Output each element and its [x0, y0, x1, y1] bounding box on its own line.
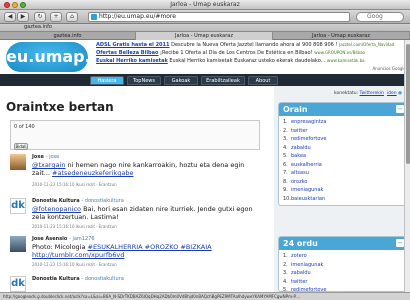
reload-button[interactable]: ↻: [34, 12, 46, 22]
nav-topnews[interactable]: TopNews: [127, 76, 161, 85]
trend-item[interactable]: 6. euskalherria: [279, 161, 407, 170]
ads-by-google-label[interactable]: Anuncios Google: [372, 66, 406, 71]
browser-toolbar: ◀ ▶ ↻ + ⌂ http://eu.umap.eu/#more Goog: [0, 10, 410, 24]
avatar[interactable]: dk: [10, 198, 26, 214]
site-nav: Hasiera TopNews Gakoak Erabiltzaileak Ab…: [0, 74, 410, 86]
window-titlebar: Jarloa - Umap euskaraz: [0, 0, 410, 10]
page-scrollbar[interactable]: [404, 40, 410, 292]
site-favicon-icon: [91, 14, 97, 20]
post-author[interactable]: Donostia Kultura - donostiakultura: [32, 276, 124, 282]
list-item: dk Donostia Kultura - donostiakultura: [10, 276, 266, 292]
trend-item[interactable]: 3. redimefortove: [279, 135, 407, 144]
post-meta[interactable]: 2010-11-23 15:16:10 Ikusi rezit · Erantz…: [32, 262, 117, 267]
main-column: Oraintxe bertan 0 of 140 Bidali Joxe - j…: [0, 86, 270, 292]
post-link[interactable]: @fotenopanico: [32, 205, 81, 213]
submit-button[interactable]: Bidali: [14, 143, 28, 150]
post-link[interactable]: #atsedeneuzkeferikgabe: [52, 169, 133, 177]
post-link[interactable]: http://tumblr.com/xpurfb6vd: [32, 251, 124, 259]
bookmarks-bar: gaztea.info: [0, 24, 410, 32]
post-meta[interactable]: 2010-11-23 15:16:10 Ikusi rezit · Erantz…: [32, 182, 117, 187]
ads-block: ADSL Gratis hasta el 2011 Descubre la Nu…: [96, 41, 408, 65]
collapse-icon[interactable]: −: [396, 105, 404, 113]
web-page: eu.umap.eu ADSL Gratis hasta el 2011 Des…: [0, 40, 410, 292]
forward-button[interactable]: ▶: [17, 12, 29, 22]
post-author[interactable]: Joxe - joxe: [32, 154, 59, 160]
trend-item[interactable]: 5. bakea: [279, 152, 407, 161]
post-author[interactable]: Jose Asensio - jam1276: [32, 236, 95, 242]
trend-item[interactable]: 4. zabaldu: [279, 144, 407, 153]
site-logo[interactable]: eu.umap.eu: [6, 42, 113, 72]
trend-item[interactable]: 4. twitter: [279, 278, 407, 287]
bookmark-item[interactable]: gaztea.info: [24, 24, 52, 31]
trend-item[interactable]: 7. altsasu: [279, 169, 407, 178]
nav-about[interactable]: About: [248, 76, 278, 85]
post-link[interactable]: @txargain: [32, 161, 65, 169]
page-title: Oraintxe bertan: [6, 100, 114, 114]
list-item: Joxe - joxe @txargain ni hemen nago nire…: [10, 154, 266, 198]
tab-umap-1[interactable]: Jarloa - Umap euskaraz: [136, 32, 273, 40]
trend-item[interactable]: 1. zotero: [279, 252, 407, 261]
home-button[interactable]: ⌂: [66, 12, 78, 22]
ad-item[interactable]: ADSL Gratis hasta el 2011 Descubre la Nu…: [96, 41, 408, 49]
post-link[interactable]: #ESUKALHERRIA #OROZKO #BIZKAIA: [88, 243, 212, 251]
sidebar: konektatu: Twitterekin iden ● Orain − 1.…: [274, 86, 410, 292]
avatar[interactable]: [10, 236, 26, 252]
status-bar: http://googleads.g.doubleclick.net/aclk?…: [0, 292, 410, 300]
trends-24h-title: 24 ordu: [279, 237, 407, 250]
post-meta[interactable]: 2010-11-23 15:16:10 Ikusi rezit · Erantz…: [32, 224, 117, 229]
site-header: eu.umap.eu ADSL Gratis hasta el 2011 Des…: [0, 40, 410, 72]
post-composer[interactable]: 0 of 140 Bidali: [10, 120, 260, 150]
trend-item[interactable]: 2. twitter: [279, 127, 407, 136]
back-button[interactable]: ◀: [4, 12, 16, 22]
collapse-icon[interactable]: −: [396, 239, 404, 247]
trend-item[interactable]: 8. orozko: [279, 178, 407, 187]
search-placeholder: Goog: [367, 13, 383, 20]
trends-24h-box: 24 ordu − 1. zotero 2. imeniagunak 3. zabal…: [278, 236, 408, 292]
post-body: Photo: Micologia #ESUKALHERRIA #OROZKO #…: [32, 243, 212, 259]
scrollbar-thumb[interactable]: [406, 44, 410, 164]
window-title: Jarloa - Umap euskaraz: [170, 1, 240, 8]
search-input[interactable]: Goog: [356, 12, 404, 22]
list-item: Jose Asensio - jam1276 Photo: Micologia …: [10, 236, 266, 280]
trend-item[interactable]: 2. imeniagunak: [279, 261, 407, 270]
post-body: @txargain ni hemen nago nire kankarroaki…: [32, 161, 245, 177]
post-body: @fotenopanico Bai, hori esan zidaten nir…: [32, 205, 253, 221]
trend-item[interactable]: 3. zabaldu: [279, 269, 407, 278]
address-bar-url: http://eu.umap.eu/#more: [99, 13, 176, 20]
trend-item[interactable]: 1. enpresagintza: [279, 118, 407, 127]
twitter-bird-icon: ●: [398, 91, 402, 96]
add-bookmark-button[interactable]: +: [50, 12, 62, 22]
trends-now-title: Orain: [279, 103, 407, 116]
avatar[interactable]: dk: [10, 276, 26, 292]
trend-item[interactable]: 10.baieusktarian: [279, 195, 407, 204]
twitter-connect-link[interactable]: Twitterekin: [360, 91, 384, 96]
trends-now-box: Orain − 1. enpresagintza 2. twitter 3. redi…: [278, 102, 408, 206]
nav-erabiltzaileak[interactable]: Erabiltzaileak: [201, 76, 245, 85]
tab-umap-2[interactable]: Jarloa - Umap euskaraz: [273, 32, 410, 40]
ad-item[interactable]: Ofertas Belleza Bilbao ¡Recibe 1 Oferta …: [96, 49, 408, 57]
nav-hasiera[interactable]: Hasiera: [90, 76, 124, 85]
connect-line: konektatu: Twitterekin iden ●: [334, 91, 402, 96]
post-author[interactable]: Donostia Kultura - donostiakultura: [32, 198, 124, 204]
address-bar[interactable]: http://eu.umap.eu/#more: [88, 12, 350, 22]
avatar[interactable]: [10, 154, 26, 170]
ad-item[interactable]: Euskal Herriko kamisetak Euskal Herriko …: [96, 57, 408, 65]
iden-link[interactable]: iden: [387, 91, 397, 96]
tab-gaztea[interactable]: gaztea.info: [0, 32, 136, 40]
tab-bar: gaztea.info Jarloa - Umap euskaraz Jarlo…: [0, 32, 410, 40]
trend-item[interactable]: 9. imeniagunak: [279, 186, 407, 195]
char-counter: 0 of 140: [14, 124, 35, 130]
nav-gakoak[interactable]: Gakoak: [164, 76, 198, 85]
